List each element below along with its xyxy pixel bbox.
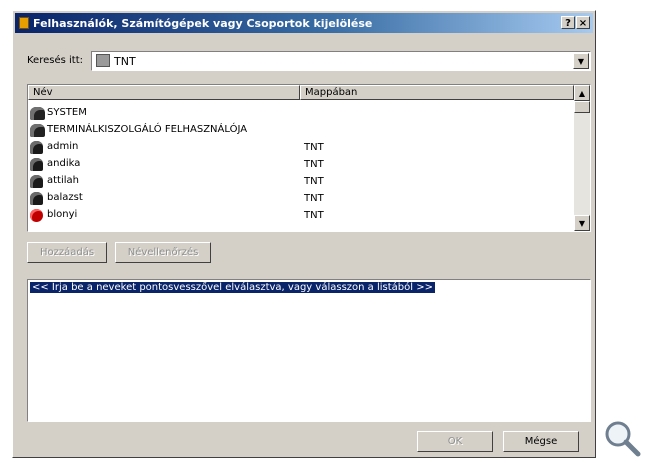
directory-list[interactable]: Név Mappában SYSTEM TERMINÁLKISZOLGÁLÓ FE… xyxy=(27,84,591,232)
user-icon xyxy=(30,175,43,188)
scroll-thumb[interactable] xyxy=(574,101,590,113)
user-icon xyxy=(30,141,43,154)
list-item[interactable]: andika TNT xyxy=(28,156,574,173)
list-item-folder: TNT xyxy=(304,193,324,204)
search-location-value: TNT xyxy=(114,54,136,68)
user-icon xyxy=(30,158,43,171)
help-button[interactable]: ? xyxy=(561,16,575,29)
list-item[interactable]: SYSTEM xyxy=(28,105,574,122)
search-location-combo[interactable]: TNT ▼ xyxy=(91,51,591,71)
list-item[interactable]: balazst TNT xyxy=(28,190,574,207)
add-button[interactable]: Hozzáadás xyxy=(27,242,107,263)
dropdown-button[interactable]: ▼ xyxy=(573,53,589,69)
list-item-name: TERMINÁLKISZOLGÁLÓ FELHASZNÁLÓJA xyxy=(47,124,248,135)
list-item-name: andika xyxy=(47,158,81,169)
select-users-dialog: Felhasználók, Számítógépek vagy Csoporto… xyxy=(12,10,596,458)
scroll-up-button[interactable]: ▲ xyxy=(574,85,590,101)
list-item-folder: TNT xyxy=(304,142,324,153)
check-names-button[interactable]: Névellenőrzés xyxy=(115,242,211,263)
cancel-button[interactable]: Mégse xyxy=(503,431,579,452)
list-item-name: balazst xyxy=(47,192,83,203)
list-item-name: admin xyxy=(47,141,79,152)
names-hint-text: << Írja be a neveket pontosvesszővel elv… xyxy=(30,282,435,293)
list-item-name: blonyi xyxy=(47,209,78,220)
list-item-folder: TNT xyxy=(304,210,324,221)
list-item[interactable]: admin TNT xyxy=(28,139,574,156)
group-icon xyxy=(30,124,45,137)
group-icon xyxy=(30,107,45,120)
title-bar: Felhasználók, Számítógépek vagy Csoporto… xyxy=(15,13,593,33)
search-location-label: Keresés itt: xyxy=(27,55,83,66)
window-title: Felhasználók, Számítógépek vagy Csoporto… xyxy=(33,16,373,30)
select-users-icon xyxy=(19,17,29,29)
disabled-user-icon xyxy=(30,209,43,222)
computer-icon xyxy=(96,54,110,67)
list-item[interactable]: blonyi TNT xyxy=(28,207,574,224)
list-item-name: attilah xyxy=(47,175,79,186)
ok-button[interactable]: OK xyxy=(417,431,493,452)
column-header-name[interactable]: Név xyxy=(28,85,300,100)
list-item-name: SYSTEM xyxy=(47,107,87,118)
close-button[interactable]: × xyxy=(576,16,590,29)
list-item-folder: TNT xyxy=(304,176,324,187)
user-icon xyxy=(30,192,43,205)
list-item[interactable]: TERMINÁLKISZOLGÁLÓ FELHASZNÁLÓJA xyxy=(28,122,574,139)
list-item[interactable]: attilah TNT xyxy=(28,173,574,190)
column-header-folder[interactable]: Mappában xyxy=(300,85,574,100)
magnifier-icon[interactable] xyxy=(602,418,642,458)
scroll-down-button[interactable]: ▼ xyxy=(574,215,590,231)
list-scrollbar[interactable]: ▲ ▼ xyxy=(574,85,590,231)
selected-names-input[interactable]: << Írja be a neveket pontosvesszővel elv… xyxy=(27,279,591,422)
list-item-folder: TNT xyxy=(304,159,324,170)
